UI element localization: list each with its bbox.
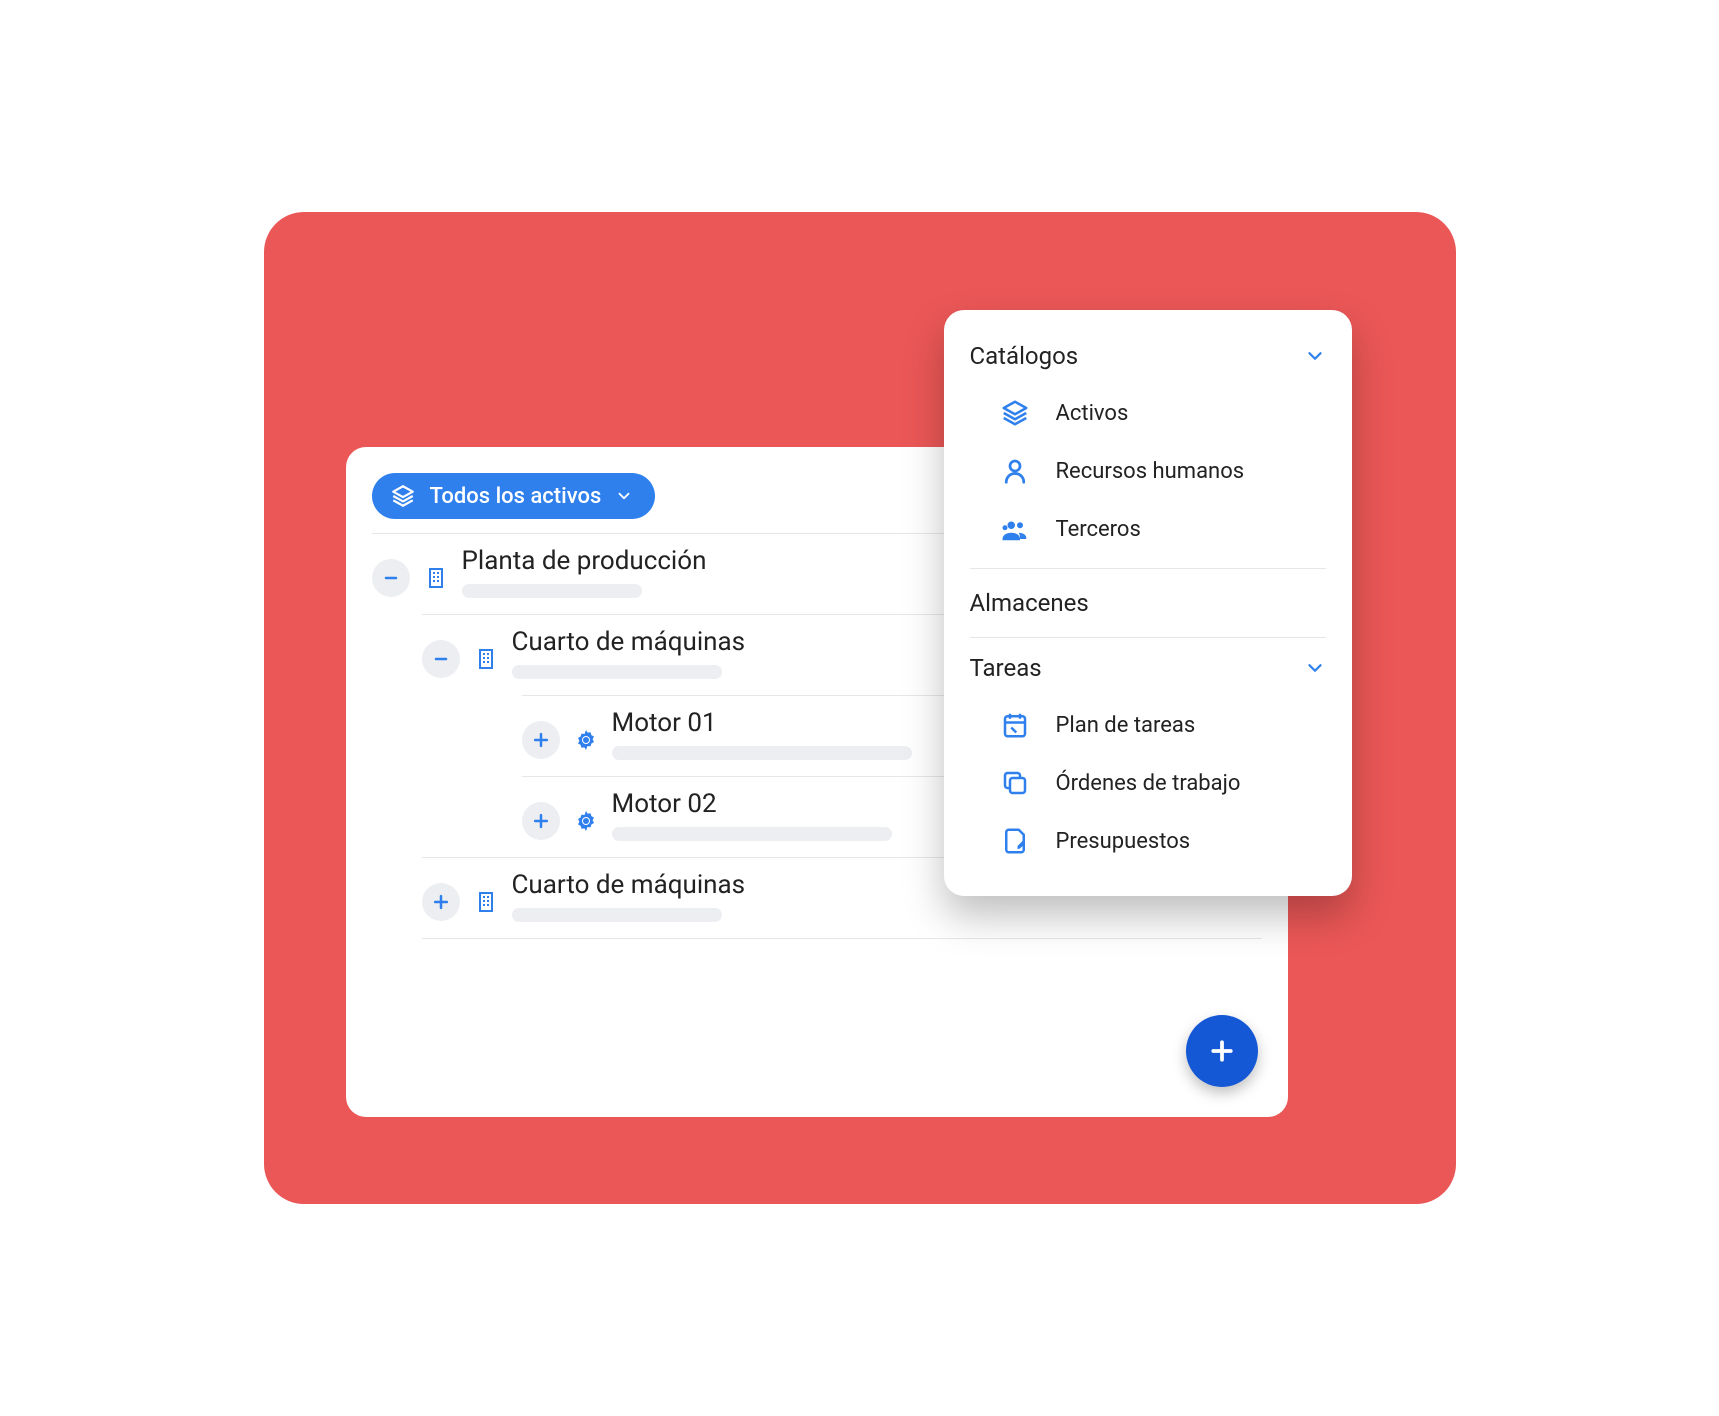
placeholder-bar: [612, 827, 892, 841]
menu-item-label: Plan de tareas: [1056, 713, 1196, 738]
menu-section-almacenes[interactable]: Almacenes: [970, 568, 1326, 638]
plus-icon: [1207, 1036, 1237, 1066]
gear-icon: [574, 728, 598, 752]
tree-node-label: Motor 01: [612, 708, 912, 738]
chevron-down-icon: [1304, 345, 1326, 367]
building-icon: [424, 566, 448, 590]
menu-item-plan-tareas[interactable]: Plan de tareas: [970, 696, 1326, 754]
menu-item-terceros[interactable]: Terceros: [970, 500, 1326, 558]
menu-item-label: Activos: [1056, 401, 1129, 426]
menu-item-label: Presupuestos: [1056, 829, 1191, 854]
menu-section-title: Tareas: [970, 654, 1042, 682]
chevron-down-icon: [1304, 657, 1326, 679]
navigation-menu-panel: Catálogos Activos Recursos humanos Terce…: [944, 310, 1352, 896]
menu-item-presupuestos[interactable]: Presupuestos: [970, 812, 1326, 870]
tree-node-label: Planta de producción: [462, 546, 707, 576]
assets-filter-dropdown[interactable]: Todos los activos: [372, 473, 656, 519]
placeholder-bar: [462, 584, 642, 598]
menu-section-catalogos[interactable]: Catálogos: [970, 332, 1326, 384]
menu-item-label: Órdenes de trabajo: [1056, 771, 1241, 796]
collapse-toggle[interactable]: [422, 640, 460, 678]
placeholder-bar: [512, 908, 722, 922]
menu-section-title: Almacenes: [970, 589, 1089, 617]
menu-item-activos[interactable]: Activos: [970, 384, 1326, 442]
tree-node-label: Motor 02: [612, 789, 892, 819]
layers-icon: [1000, 398, 1030, 428]
chevron-down-icon: [615, 487, 633, 505]
placeholder-bar: [512, 665, 722, 679]
assets-filter-label: Todos los activos: [430, 484, 602, 509]
minus-icon: [431, 649, 451, 669]
add-fab-button[interactable]: [1186, 1015, 1258, 1087]
menu-item-label: Recursos humanos: [1056, 459, 1245, 484]
building-icon: [474, 890, 498, 914]
menu-item-recursos-humanos[interactable]: Recursos humanos: [970, 442, 1326, 500]
person-icon: [1000, 456, 1030, 486]
expand-toggle[interactable]: [522, 721, 560, 759]
tree-node-label: Cuarto de máquinas: [512, 627, 746, 657]
minus-icon: [381, 568, 401, 588]
menu-item-label: Terceros: [1056, 517, 1141, 542]
plus-icon: [531, 811, 551, 831]
menu-section-tareas[interactable]: Tareas: [970, 644, 1326, 696]
tree-node-label: Cuarto de máquinas: [512, 870, 746, 900]
gear-icon: [574, 809, 598, 833]
plus-icon: [431, 892, 451, 912]
layers-icon: [390, 483, 416, 509]
document-edit-icon: [1000, 826, 1030, 856]
collapse-toggle[interactable]: [372, 559, 410, 597]
calendar-icon: [1000, 710, 1030, 740]
copy-icon: [1000, 768, 1030, 798]
plus-icon: [531, 730, 551, 750]
menu-item-ordenes-trabajo[interactable]: Órdenes de trabajo: [970, 754, 1326, 812]
people-icon: [1000, 514, 1030, 544]
expand-toggle[interactable]: [422, 883, 460, 921]
app-frame: Todos los activos Planta de producción: [264, 212, 1456, 1204]
menu-section-title: Catálogos: [970, 342, 1079, 370]
expand-toggle[interactable]: [522, 802, 560, 840]
placeholder-bar: [612, 746, 912, 760]
building-icon: [474, 647, 498, 671]
